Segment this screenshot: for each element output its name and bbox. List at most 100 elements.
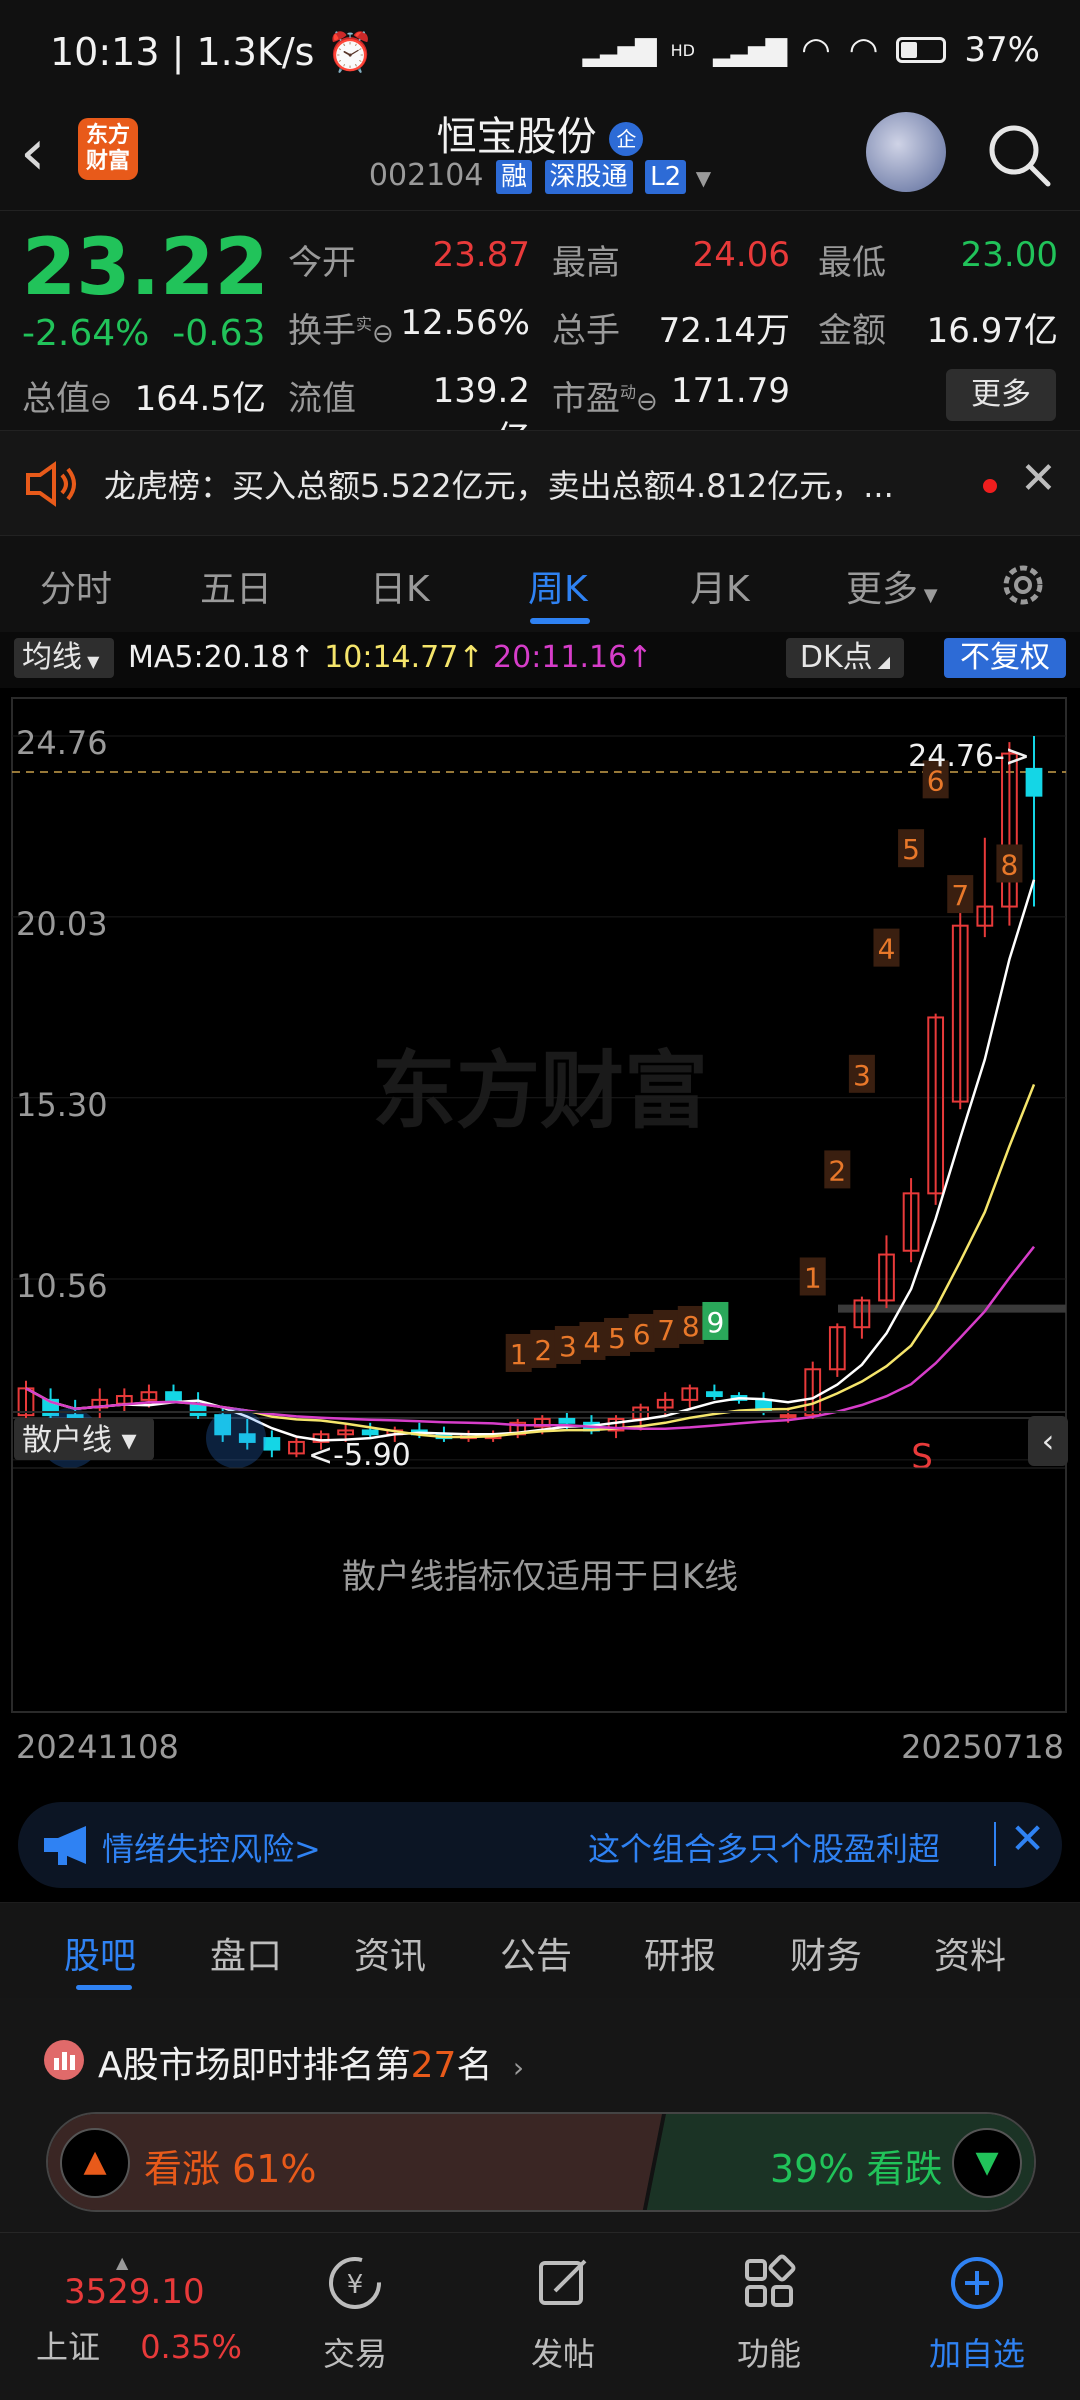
sequence-label: 3 [559, 1330, 577, 1363]
x-start-label: 20241108 [16, 1728, 179, 1766]
status-bar: 10:13 | 1.3K/s ⏰ ▂▃▅▇ HD ▂▃▅▇ ◠ ◠ 37% [0, 0, 1080, 100]
open-label: 今开 [288, 243, 356, 283]
sequence-label: 9 [706, 1306, 724, 1339]
tab-news[interactable]: 资讯 [354, 1927, 426, 1979]
bullish-arrow-icon[interactable]: ▲ [60, 2128, 130, 2198]
event-marker [206, 1408, 266, 1469]
bullish-text[interactable]: 看涨 61% [144, 2138, 317, 2193]
info-icon: ⊖ [372, 319, 394, 349]
sequence-label: 5 [608, 1322, 626, 1355]
search-icon[interactable] [984, 120, 1054, 190]
ma5-value: MA5:20.18↑ [128, 640, 315, 675]
tab-monthly[interactable]: 月K [690, 560, 750, 612]
turnover-label: 换手实⊖ [288, 311, 394, 351]
sequence-label: 3 [853, 1059, 871, 1092]
bearish-arrow-icon[interactable]: ▼ [952, 2128, 1022, 2198]
stock-name: 恒宝股份 [436, 114, 597, 160]
volume-value: 72.14万 [658, 311, 790, 351]
caret-up-icon: ▲ [116, 2253, 129, 2272]
settings-gear-icon[interactable] [996, 558, 1050, 612]
y-tick-label: 15.30 [16, 1086, 108, 1124]
sequence-label: 7 [657, 1314, 675, 1347]
tab-announcements[interactable]: 公告 [500, 1927, 572, 1979]
close-icon[interactable]: ✕ [1010, 1814, 1045, 1863]
stock-code: 002104 [368, 158, 484, 193]
promo-banner[interactable]: 情绪失控风险> 这个组合多只个股盈利超 ✕ [18, 1802, 1062, 1888]
alarm-icon: ⏰ [326, 30, 374, 74]
ma-legend-row: 均线 ▼ MA5:20.18↑ 10:14.77↑ 20:11.16↑ DK点 … [0, 632, 1080, 688]
divider [994, 1822, 996, 1866]
stock-header: ‹ 东方 财富 恒宝股份 企 002104 融 深股通 L2 ▼ [0, 100, 1080, 210]
tab-guba[interactable]: 股吧 [64, 1927, 136, 1979]
amount-label: 金额 [818, 311, 886, 351]
index-ticker[interactable]: ▲ 3529.10 上证 0.35% [30, 2253, 250, 2368]
battery-text: 37% [964, 30, 1040, 70]
adjust-button[interactable]: 不复权 [944, 638, 1066, 678]
signal-icon-2: ▂▃▅▇ [712, 33, 787, 67]
content-tabs: 股吧 盘口 资讯 公告 研报 财务 资料 [0, 1902, 1080, 1998]
bearish-text[interactable]: 39% 看跌 [770, 2138, 943, 2193]
svg-text:¥: ¥ [347, 2270, 364, 2300]
tab-profile[interactable]: 资料 [934, 1927, 1006, 1979]
candle-body [558, 1417, 576, 1424]
promo-left-text[interactable]: 情绪失控风险> [102, 1824, 321, 1870]
edit-icon [539, 2259, 587, 2305]
dropdown-icon: ▼ [695, 166, 712, 190]
chart-period-tabs: 分时 五日 日K 周K 月K 更多 ▼ [0, 536, 1080, 632]
nav-functions[interactable]: 功能 [694, 2253, 844, 2375]
high-value: 24.06 [692, 235, 790, 275]
mcap-value: 164.5亿 [134, 379, 266, 419]
tab-intraday[interactable]: 分时 [40, 560, 112, 612]
tab-5day[interactable]: 五日 [200, 560, 272, 612]
kline-chart[interactable]: 东方财富24.7620.0315.3010.565.83123456789123… [0, 690, 1080, 1820]
battery-icon [896, 37, 947, 63]
market-rank[interactable]: A股市场即时排名第27名 › [98, 2036, 524, 2088]
pe-value: 171.79 [671, 371, 790, 411]
sequence-label: 8 [1001, 848, 1019, 881]
promo-right-text[interactable]: 这个组合多只个股盈利超 [588, 1824, 988, 1870]
signal-label: S [911, 1437, 933, 1477]
index-name: 上证 [36, 2328, 101, 2366]
nav-trade[interactable]: ¥ 交易 [280, 2253, 430, 2375]
tab-more[interactable]: 更多 ▼ [846, 560, 938, 612]
y-tick-label: 24.76 [16, 724, 108, 762]
close-icon[interactable]: ✕ [1020, 453, 1057, 504]
dk-button[interactable]: DK点 ◢ [786, 638, 904, 678]
tag-l2: L2 [645, 160, 687, 194]
ma-selector[interactable]: 均线 ▼ [14, 638, 114, 678]
sequence-label: 2 [828, 1154, 846, 1187]
tab-research[interactable]: 研报 [644, 1927, 716, 1979]
float-label: 流值 [288, 379, 356, 419]
reference-band [838, 1304, 1066, 1313]
nav-add-watchlist[interactable]: 加自选 [902, 2253, 1052, 2375]
tab-daily[interactable]: 日K [370, 560, 430, 612]
sequence-label: 1 [804, 1261, 822, 1294]
amount-value: 16.97亿 [926, 311, 1058, 351]
wifi-icon-2: ◠ [848, 30, 879, 70]
more-button[interactable]: 更多 [946, 369, 1056, 421]
tab-pankou[interactable]: 盘口 [210, 1927, 282, 1979]
quote-panel: 23.22 -2.64% -0.63 今开 23.87 最高 24.06 最低 … [0, 210, 1080, 459]
robot-assistant-icon[interactable] [866, 112, 946, 192]
candle-body [361, 1429, 379, 1436]
tab-finance[interactable]: 财务 [790, 1927, 862, 1979]
info-icon: ⊖ [90, 387, 112, 417]
sequence-label: 4 [878, 933, 896, 966]
candle-body [263, 1437, 281, 1451]
candle-body [779, 1414, 797, 1419]
tab-weekly[interactable]: 周K [528, 560, 588, 612]
mcap-label: 总值⊖ [22, 379, 112, 419]
sentiment-section: A股市场即时排名第27名 › ▲ 看涨 61% 39% 看跌 ▼ [0, 1998, 1080, 2232]
active-tab-underline [530, 618, 590, 624]
nav-post[interactable]: 发帖 [488, 2253, 638, 2375]
wifi-icon: ◠ [801, 30, 831, 70]
status-right: ▂▃▅▇ HD ▂▃▅▇ ◠ ◠ 37% [582, 30, 1040, 70]
bull-bear-bar: ▲ 看涨 61% 39% 看跌 ▼ [46, 2112, 1036, 2212]
sequence-label: 6 [633, 1318, 651, 1351]
company-badge-icon: 企 [609, 122, 644, 156]
sequence-label: 1 [510, 1338, 528, 1371]
sequence-label: 2 [534, 1334, 552, 1367]
dragon-tiger-notice[interactable]: 龙虎榜：买入总额5.522亿元，卖出总额4.812亿元，... ✕ [0, 430, 1080, 536]
sequence-label: 5 [902, 833, 920, 866]
tag-connect: 深股通 [544, 160, 633, 194]
